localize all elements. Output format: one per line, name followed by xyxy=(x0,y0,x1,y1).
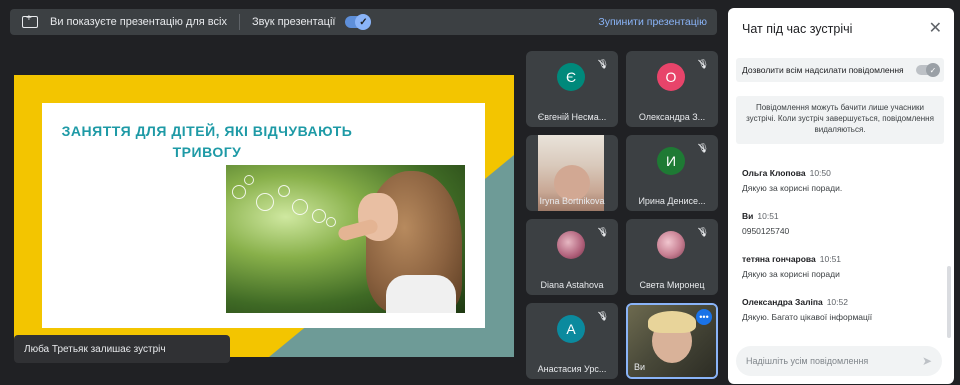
self-tile[interactable]: ••• Ви xyxy=(626,303,718,379)
participant-name: Diana Astahova xyxy=(540,280,604,290)
chat-message: тетяна гончарова 10:51 Дякую за корисні п… xyxy=(742,254,942,279)
presenting-bar: Ви показуєте презентацію для всіх Звук п… xyxy=(10,9,717,35)
message-author: Олександра Заліпа xyxy=(742,297,823,307)
mic-off-icon: 🎙 xyxy=(597,227,609,237)
message-time: 10:50 xyxy=(809,168,831,178)
participant-tile[interactable]: 🎙 Є Євгеній Несма... xyxy=(526,51,618,127)
avatar: О xyxy=(657,63,685,91)
message-time: 10:52 xyxy=(826,297,848,307)
message-text: Дякую. Багато цікавої інформації xyxy=(742,312,873,322)
chat-panel: Чат під час зустрічі ✕ Дозволити всім на… xyxy=(728,8,954,384)
message-text: Дякую за корисні поради xyxy=(742,269,840,279)
bubble xyxy=(278,185,290,197)
bubble xyxy=(292,199,308,215)
mic-off-icon: 🎙 xyxy=(697,143,709,153)
more-options-icon[interactable]: ••• xyxy=(696,309,712,325)
close-icon[interactable]: ✕ xyxy=(929,18,942,38)
participant-tile[interactable]: 🎙 И Ирина Денисе... xyxy=(626,135,718,211)
divider xyxy=(238,14,240,30)
checkmark-icon: ✓ xyxy=(926,63,940,77)
avatar: А xyxy=(557,315,585,343)
avatar: Є xyxy=(557,63,585,91)
participant-name: Анастасия Урс... xyxy=(537,364,607,374)
participant-name: Ви xyxy=(634,362,646,372)
slide-title: ЗАНЯТТЯ ДЛЯ ДІТЕЙ, ЯКІ ВІДЧУВАЮТЬ ТРИВОГ… xyxy=(42,121,372,163)
allow-messages-toggle[interactable]: ✓ xyxy=(916,63,940,77)
chat-message: Олександра Заліпа 10:52 Дякую. Багато цік… xyxy=(742,297,942,322)
presenting-message: Ви показуєте презентацію для всіх xyxy=(50,16,227,28)
bubble xyxy=(312,209,326,223)
message-author: тетяна гончарова xyxy=(742,254,816,264)
self-hair xyxy=(648,311,696,333)
chat-message: Ольга Клопова 10:50 Дякую за корисні пора… xyxy=(742,168,942,193)
allow-messages-label: Дозволити всім надсилати повідомлення xyxy=(742,65,904,75)
mic-off-icon: 🎙 xyxy=(697,227,709,237)
presentation-sound-label: Звук презентації xyxy=(251,16,336,28)
chat-title: Чат під час зустрічі xyxy=(742,22,853,36)
slide-title-line2: ТРИВОГУ xyxy=(172,144,242,160)
avatar-photo xyxy=(657,231,685,259)
chat-message: Ви 10:51 0950125740 xyxy=(742,211,942,236)
message-time: 10:51 xyxy=(757,211,779,221)
bubble xyxy=(326,217,336,227)
stop-presenting-button[interactable]: Зупинити презентацію xyxy=(598,16,707,28)
participant-name: Iryna Bortnikova xyxy=(539,196,605,206)
presentation-sound-toggle[interactable]: ✓ xyxy=(345,14,372,30)
present-screen-icon xyxy=(22,13,38,28)
slide: ЗАНЯТТЯ ДЛЯ ДІТЕЙ, ЯКІ ВІДЧУВАЮТЬ ТРИВОГ… xyxy=(42,103,485,328)
chat-message-input[interactable] xyxy=(746,356,906,366)
participant-tile[interactable]: 🎙 О Олександра З... xyxy=(626,51,718,127)
participant-name: Света Миронец xyxy=(639,280,705,290)
chat-notice: Повідомлення можуть бачити лише учасники… xyxy=(736,96,944,144)
participant-name: Олександра З... xyxy=(638,112,706,122)
allow-messages-row: Дозволити всім надсилати повідомлення ✓ xyxy=(736,58,944,82)
participant-tile[interactable]: Iryna Bortnikova xyxy=(526,135,618,211)
mic-off-icon: 🎙 xyxy=(597,311,609,321)
slide-photo xyxy=(226,165,465,313)
bubble xyxy=(232,185,246,199)
participant-name: Ирина Денисе... xyxy=(638,196,706,206)
chat-scrollbar[interactable] xyxy=(947,266,951,338)
slide-title-line1: ЗАНЯТТЯ ДЛЯ ДІТЕЙ, ЯКІ ВІДЧУВАЮТЬ xyxy=(61,123,353,139)
message-header: Ви 10:51 xyxy=(742,211,942,221)
checkmark-icon: ✓ xyxy=(355,14,372,30)
avatar: И xyxy=(657,147,685,175)
send-icon[interactable]: ➤ xyxy=(922,354,932,368)
chat-input-container: ➤ xyxy=(736,346,942,376)
message-time: 10:51 xyxy=(819,254,842,264)
message-header: Ольга Клопова 10:50 xyxy=(742,168,942,178)
participant-tile[interactable]: 🎙 Diana Astahova xyxy=(526,219,618,295)
participant-name: Євгеній Несма... xyxy=(537,112,607,122)
presentation-stage: ЗАНЯТТЯ ДЛЯ ДІТЕЙ, ЯКІ ВІДЧУВАЮТЬ ТРИВОГ… xyxy=(14,75,514,357)
message-author: Ольга Клопова xyxy=(742,168,806,178)
participant-tile[interactable]: 🎙 Света Миронец xyxy=(626,219,718,295)
bubble xyxy=(244,175,254,185)
message-header: Олександра Заліпа 10:52 xyxy=(742,297,942,307)
participant-tile[interactable]: 🎙 А Анастасия Урс... xyxy=(526,303,618,379)
message-text: 0950125740 xyxy=(742,226,790,236)
mic-off-icon: 🎙 xyxy=(597,59,609,69)
message-header: тетяна гончарова 10:51 xyxy=(742,254,942,264)
mic-off-icon: 🎙 xyxy=(697,59,709,69)
participant-left-toast: Люба Третьяк залишає зустріч xyxy=(14,335,230,363)
girl-dress xyxy=(386,275,456,313)
avatar-photo xyxy=(557,231,585,259)
message-author: Ви xyxy=(742,211,754,221)
bubble xyxy=(256,193,274,211)
message-text: Дякую за корисні поради. xyxy=(742,183,843,193)
